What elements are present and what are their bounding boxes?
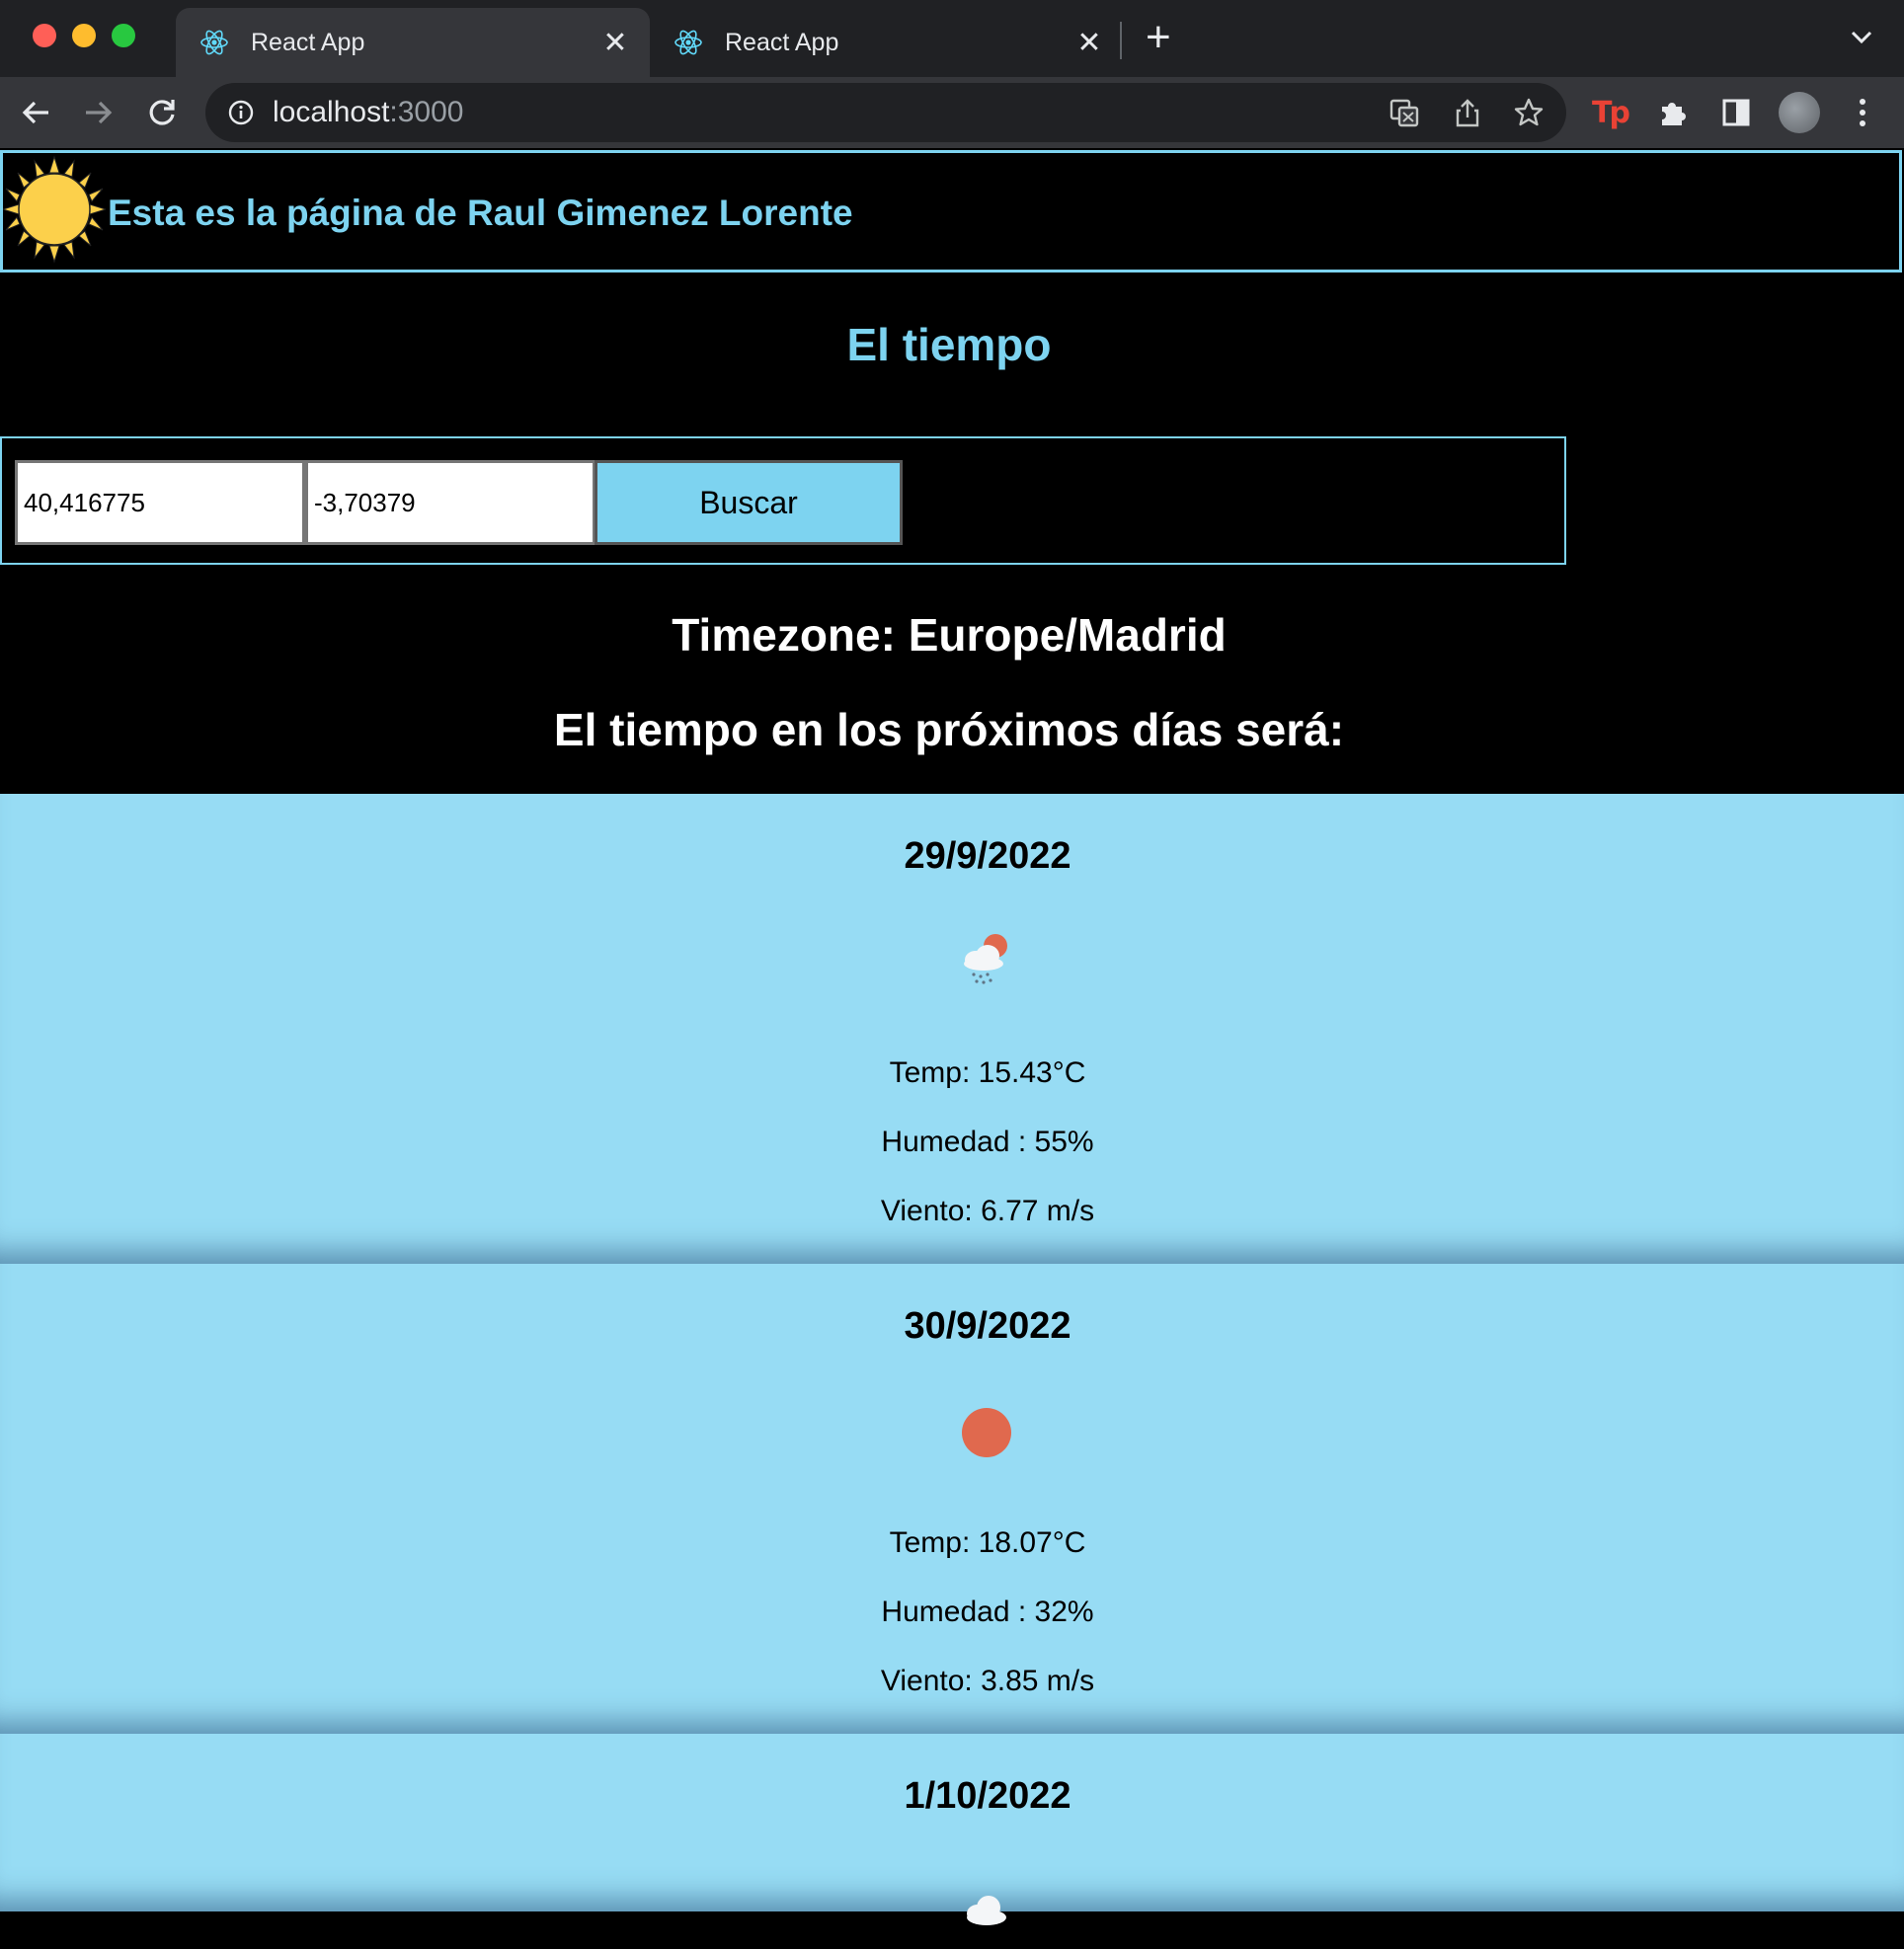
react-icon: [674, 30, 702, 55]
forecast-wind: Viento: 3.85 m/s: [880, 1665, 1095, 1697]
profile-avatar[interactable]: [1778, 91, 1821, 134]
timezone-label: Timezone: Europe/Madrid: [672, 609, 1227, 661]
info-icon[interactable]: [227, 99, 255, 126]
sun-icon: [962, 1408, 1011, 1457]
chevron-down-icon[interactable]: [1847, 22, 1876, 51]
url-text: localhost:3000: [273, 96, 463, 129]
forecast-humidity: Humedad : 55%: [881, 1126, 1094, 1158]
maximize-window-button[interactable]: [112, 24, 135, 47]
close-tab-icon[interactable]: ✕: [1074, 26, 1104, 60]
close-tab-icon[interactable]: ✕: [600, 26, 630, 60]
cloud-icon: [967, 1896, 1006, 1925]
share-icon[interactable]: [1452, 97, 1483, 128]
tab-title: React App: [725, 28, 839, 56]
new-tab-icon[interactable]: +: [1146, 16, 1171, 59]
extensions-puzzle-icon[interactable]: [1655, 95, 1691, 130]
browser-tab-1[interactable]: React App ✕: [176, 8, 650, 77]
url-host: localhost: [273, 96, 390, 128]
translate-icon[interactable]: [1388, 97, 1420, 128]
tab-title: React App: [251, 28, 365, 56]
forecast-wind: Viento: 6.77 m/s: [880, 1195, 1095, 1227]
rain-cloud-sun-icon: [964, 934, 1007, 984]
latitude-input[interactable]: [15, 460, 305, 545]
browser-tab-2[interactable]: React App ✕: [650, 8, 1124, 77]
reload-icon[interactable]: [140, 91, 184, 134]
more-menu-icon[interactable]: [1845, 95, 1880, 130]
forecast-humidity: Humedad : 32%: [881, 1596, 1094, 1628]
url-port: :3000: [389, 96, 464, 128]
forecast-heading: El tiempo en los próximos días será:: [553, 704, 1345, 755]
tab-separator: [1120, 22, 1122, 59]
longitude-input[interactable]: [305, 460, 595, 545]
search-button[interactable]: Buscar: [595, 460, 903, 545]
star-icon[interactable]: [1513, 97, 1545, 128]
forecast-day-card: 30/9/2022 Temp: 18.07°C Humedad : 32% Vi…: [0, 1264, 1904, 1734]
coordinates-search-form: Buscar: [0, 436, 1566, 565]
forecast-temperature: Temp: 15.43°C: [889, 1056, 1086, 1089]
site-header: Esta es la página de Raul Gimenez Lorent…: [0, 150, 1902, 273]
forecast-date: 30/9/2022: [904, 1305, 1071, 1347]
back-icon[interactable]: [14, 91, 57, 134]
forecast-day-card: 29/9/2022 Temp: 15.43°C Humedad : 55% Vi…: [0, 794, 1904, 1264]
side-panel-icon[interactable]: [1718, 95, 1754, 130]
close-window-button[interactable]: [33, 24, 56, 47]
forecast-date: 1/10/2022: [904, 1775, 1071, 1817]
forecast-temperature: Temp: 18.07°C: [889, 1526, 1086, 1559]
tp-extension-icon[interactable]: Tp: [1592, 95, 1630, 130]
browser-tab-bar: React App ✕ React App ✕ +: [0, 0, 1904, 77]
forward-icon[interactable]: [77, 91, 120, 134]
site-header-title: Esta es la página de Raul Gimenez Lorent…: [108, 193, 853, 233]
browser-toolbar: localhost:3000 Tp: [0, 77, 1904, 148]
page-content: Esta es la página de Raul Gimenez Lorent…: [0, 148, 1904, 1925]
sun-logo-icon: [3, 155, 106, 264]
forecast-date: 29/9/2022: [904, 835, 1071, 877]
forecast-day-card: 1/10/2022: [0, 1734, 1904, 1925]
react-icon: [200, 30, 228, 55]
minimize-window-button[interactable]: [72, 24, 96, 47]
page-title: El tiempo: [846, 319, 1052, 370]
address-bar[interactable]: localhost:3000: [205, 83, 1566, 142]
